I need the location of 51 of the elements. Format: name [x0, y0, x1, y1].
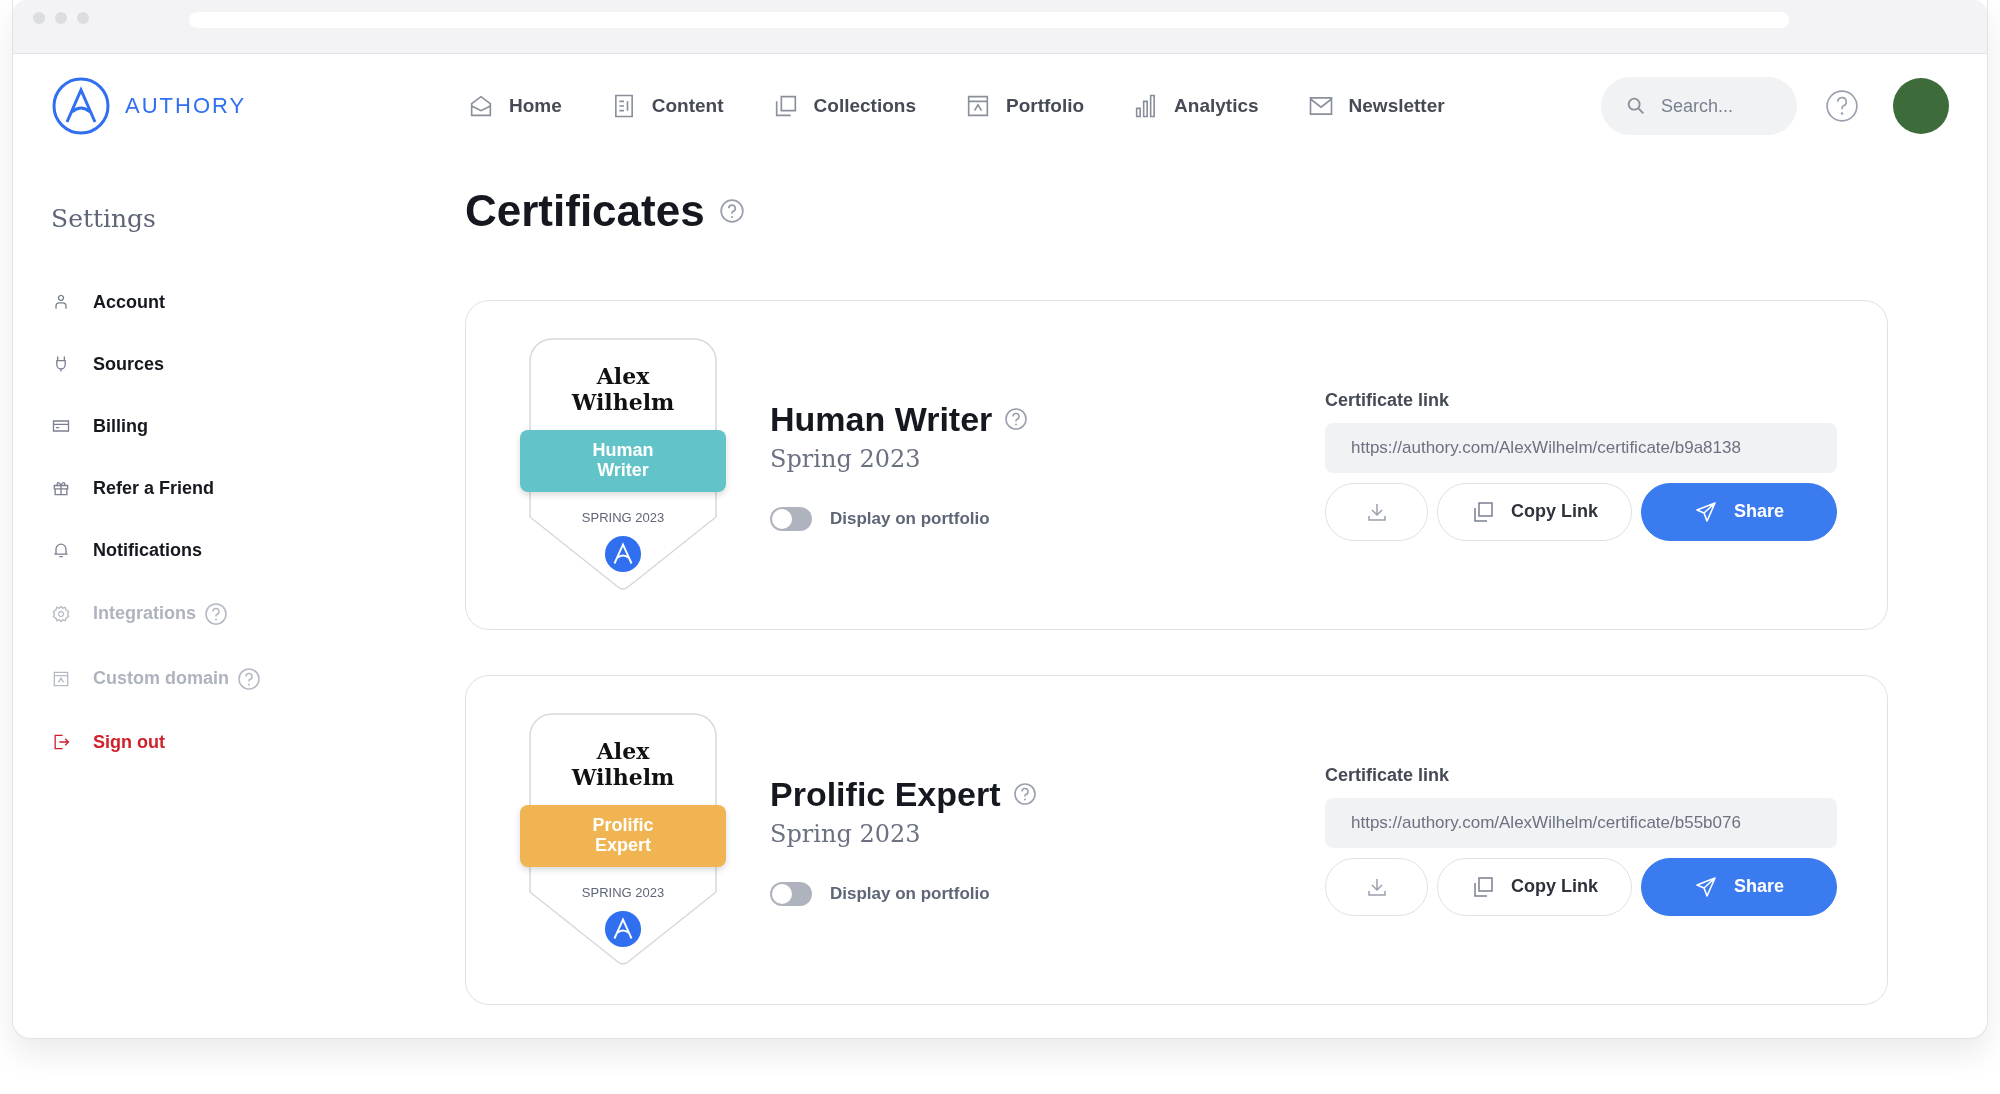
sidebar-item[interactable]: Sources — [51, 333, 465, 395]
copy-link-button[interactable]: Copy Link — [1437, 482, 1632, 541]
settings-heading: Settings — [51, 204, 157, 233]
toggle-label: Display on portfolio — [830, 508, 990, 529]
avatar[interactable] — [1893, 78, 1949, 134]
logo-icon — [604, 909, 642, 948]
brand-name[interactable]: AUTHORY — [125, 93, 247, 119]
badge-season: SPRING 2023 — [581, 509, 665, 525]
certificate-title: Prolific Expert — [770, 774, 1001, 814]
share-button[interactable]: Share — [1641, 857, 1837, 916]
help-icon[interactable] — [718, 198, 745, 224]
certificate-link-field[interactable]: https://authory.com/AlexWilhelm/certificate/b55b076 — [1325, 797, 1837, 848]
certificate-title: Human Writer — [770, 399, 993, 439]
page-title: Certificates — [465, 186, 705, 236]
certificate-season: Spring 2023 — [770, 819, 922, 848]
sidebar-item[interactable]: Notifications — [51, 519, 465, 581]
logo-icon — [604, 534, 642, 573]
toggle-switch[interactable] — [770, 881, 812, 906]
badge-ribbon: Prolific Expert — [520, 804, 726, 867]
send-icon — [1694, 499, 1718, 524]
certificate-link-field[interactable]: https://authory.com/AlexWilhelm/certificate/b9a8138 — [1325, 422, 1837, 473]
nav-link[interactable]: Content — [609, 92, 724, 120]
help-icon[interactable] — [1825, 89, 1859, 123]
nav-link[interactable]: Home — [467, 92, 562, 120]
send-icon — [1694, 874, 1718, 899]
gear-icon — [51, 603, 71, 624]
certificate-season: Spring 2023 — [770, 444, 922, 473]
sidebar-item[interactable]: Billing — [51, 395, 465, 457]
badge-name: Alex Wilhelm — [570, 363, 676, 416]
sidebar-item[interactable]: Refer a Friend — [51, 457, 465, 519]
badge-season: SPRING 2023 — [581, 884, 665, 900]
copy-icon — [1471, 874, 1495, 899]
toggle-switch[interactable] — [770, 506, 812, 531]
field-label: Certificate link — [1325, 389, 1451, 411]
copy-icon — [1471, 499, 1495, 524]
badge-ribbon: Human Writer — [520, 429, 726, 492]
nav-link[interactable]: Newsletter — [1306, 92, 1445, 120]
toggle-label: Display on portfolio — [830, 883, 990, 904]
search-field[interactable]: Search... — [1601, 77, 1797, 135]
nav-link[interactable]: Collections — [771, 92, 916, 120]
copy-link-button[interactable]: Copy Link — [1437, 857, 1632, 916]
share-button[interactable]: Share — [1641, 482, 1837, 541]
nav-link[interactable]: Portfolio — [963, 92, 1085, 120]
logo-icon[interactable] — [51, 76, 111, 136]
help-icon[interactable] — [1004, 407, 1029, 431]
help-icon[interactable] — [1012, 782, 1037, 806]
field-label: Certificate link — [1325, 764, 1451, 786]
sidebar-item[interactable]: Account — [51, 271, 465, 333]
badge-name: Alex Wilhelm — [570, 738, 676, 791]
nav-link[interactable]: Analytics — [1132, 92, 1259, 120]
sidebar-item[interactable]: Sign out — [51, 711, 465, 773]
